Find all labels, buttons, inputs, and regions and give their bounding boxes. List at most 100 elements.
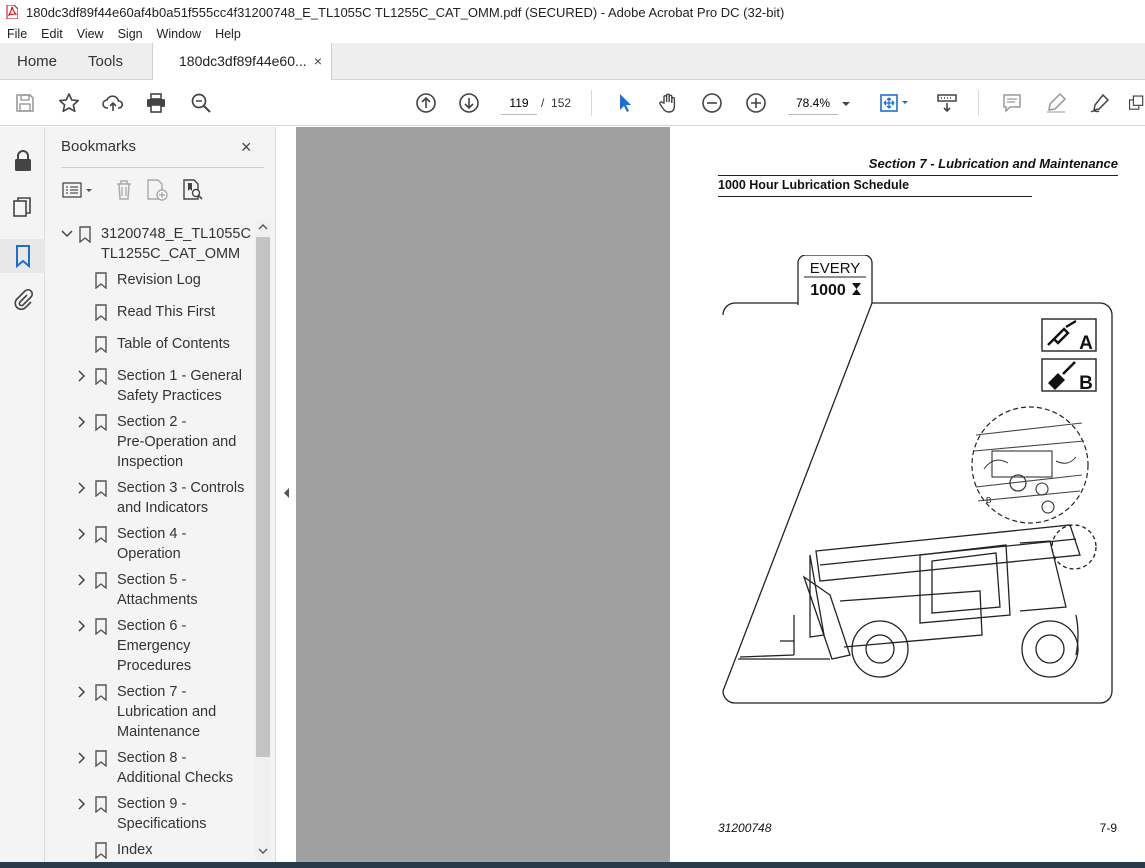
bookmarks-panel: Bookmarks × 31200748_E_TL1055C TL1255C_C… (45, 127, 276, 862)
bookmark-flag-icon (95, 526, 107, 543)
comment-icon[interactable] (999, 90, 1025, 116)
menu-window[interactable]: Window (150, 27, 208, 41)
bookmark-label: Revision Log (117, 272, 201, 288)
bookmark-label: Read This First (117, 304, 216, 320)
chevron-right-icon[interactable] (75, 616, 87, 636)
previous-page-icon[interactable] (413, 90, 439, 116)
chevron-right-icon[interactable] (75, 524, 87, 544)
lock-icon[interactable] (11, 149, 35, 173)
chevron-right-icon[interactable] (75, 748, 87, 768)
panel-divider (61, 167, 264, 168)
scroll-mode-icon[interactable] (934, 90, 960, 116)
more-tools-icon[interactable] (1128, 90, 1145, 116)
page-display-icon[interactable] (878, 90, 912, 116)
bookmark-label: Table of Contents (117, 336, 230, 352)
left-rail (0, 127, 45, 862)
star-icon[interactable] (56, 90, 82, 116)
tab-document-label: 180dc3df89f44e60... (179, 53, 307, 69)
window-title: 180dc3df89f44e60af4b0a51f555cc4f31200748… (26, 4, 785, 20)
toolbar-divider (978, 90, 979, 116)
bookmark-flag-icon (95, 842, 107, 859)
taskbar-strip (0, 862, 1145, 868)
title-bar: 180dc3df89f44e60af4b0a51f555cc4f31200748… (0, 0, 1145, 24)
bookmark-flag-icon (95, 572, 107, 589)
tab-document[interactable]: 180dc3df89f44e60... × (152, 43, 332, 81)
toolbar: / 152 (0, 80, 1145, 126)
menu-edit[interactable]: Edit (34, 27, 70, 41)
title-rule (718, 196, 1032, 197)
header-rule (718, 175, 1118, 176)
select-cursor-icon[interactable] (611, 90, 637, 116)
bookmark-flag-icon (79, 226, 91, 243)
page-number: 7-9 (1099, 821, 1117, 835)
bookmark-flag-icon (95, 750, 107, 767)
chevron-right-icon[interactable] (75, 682, 87, 702)
bookmark-options-icon[interactable] (61, 180, 97, 200)
chevron-right-icon[interactable] (75, 412, 87, 432)
bookmark-label: Section 7 - Lubrication and Maintenance (117, 684, 217, 740)
zoom-level-input[interactable] (788, 91, 838, 115)
chevron-right-icon[interactable] (75, 478, 87, 498)
menu-file[interactable]: File (0, 27, 34, 41)
bookmark-flag-icon (95, 368, 107, 385)
zoom-out-icon[interactable] (699, 90, 725, 116)
collapse-arrow-icon[interactable] (282, 487, 291, 499)
bookmark-label: Section 3 - Controls and Indicators (117, 480, 245, 516)
bookmark-flag-icon (95, 796, 107, 813)
bookmark-label: Section 6 - Emergency Procedures (117, 618, 192, 674)
find-bookmark-icon[interactable] (181, 178, 205, 202)
legend-a-label: A (1079, 333, 1093, 354)
bookmark-flag-icon (95, 272, 107, 289)
print-icon[interactable] (143, 90, 169, 116)
bookmark-label: Index (117, 842, 153, 858)
chevron-right-icon[interactable] (75, 366, 87, 386)
page-thumbnails-icon[interactable] (11, 195, 35, 219)
save-icon[interactable] (12, 90, 38, 116)
hand-tool-icon[interactable] (655, 90, 681, 116)
zoom-in-icon[interactable] (743, 90, 769, 116)
chevron-down-icon[interactable] (61, 224, 73, 244)
menu-bar: File Edit View Sign Window Help (0, 24, 1145, 43)
bookmark-root[interactable]: 31200748_E_TL1055C TL1255C_CAT_OMM (61, 224, 255, 266)
next-page-icon[interactable] (456, 90, 482, 116)
highlight-pen-icon[interactable] (1043, 90, 1069, 116)
bookmark-flag-icon (95, 684, 107, 701)
zoom-dropdown-icon[interactable] (838, 90, 854, 116)
bookmark-tools (61, 177, 271, 203)
panel-collapse-handle[interactable] (277, 127, 296, 862)
interval-label: EVERY (810, 260, 861, 277)
zoom-search-icon[interactable] (188, 90, 214, 116)
bookmark-flag-icon (95, 480, 107, 497)
document-number: 31200748 (718, 821, 772, 835)
detail-magnifier-drawing (971, 406, 1089, 524)
chevron-right-icon[interactable] (75, 570, 87, 590)
menu-sign[interactable]: Sign (111, 27, 150, 41)
toolbar-divider (591, 90, 592, 116)
bookmark-label: Section 2 - Pre-Operation and Inspection (117, 414, 237, 470)
tab-tools[interactable]: Tools (88, 43, 123, 80)
paperclip-icon[interactable] (11, 288, 35, 312)
bookmark-icon[interactable] (11, 244, 35, 268)
interval-hours: 1000 (810, 282, 846, 299)
legend-b-label: B (1079, 373, 1093, 394)
pdf-page: Section 7 - Lubrication and Maintenance … (670, 127, 1145, 862)
scroll-up-icon[interactable] (258, 222, 268, 232)
close-icon[interactable]: × (241, 137, 252, 158)
delete-bookmark-icon[interactable] (113, 178, 135, 202)
page-number-input[interactable] (501, 91, 537, 115)
tab-home[interactable]: Home (17, 43, 57, 80)
scrollbar-thumb[interactable] (256, 237, 270, 757)
menu-view[interactable]: View (70, 27, 111, 41)
tab-close-icon[interactable]: × (314, 43, 322, 80)
bookmarks-title: Bookmarks (61, 138, 137, 155)
new-bookmark-icon[interactable] (145, 178, 171, 202)
section-header: Section 7 - Lubrication and Maintenance (868, 156, 1118, 171)
bookmark-label: 31200748_E_TL1055C TL1255C_CAT_OMM (101, 226, 251, 262)
sign-pen-icon[interactable] (1087, 90, 1113, 116)
menu-help[interactable]: Help (208, 27, 248, 41)
chevron-right-icon[interactable] (75, 794, 87, 814)
detail-callout-b: B (986, 496, 991, 505)
scroll-down-icon[interactable] (258, 846, 268, 856)
cloud-upload-icon[interactable] (100, 90, 126, 116)
tab-bar: Home Tools 180dc3df89f44e60... × (0, 43, 1145, 81)
